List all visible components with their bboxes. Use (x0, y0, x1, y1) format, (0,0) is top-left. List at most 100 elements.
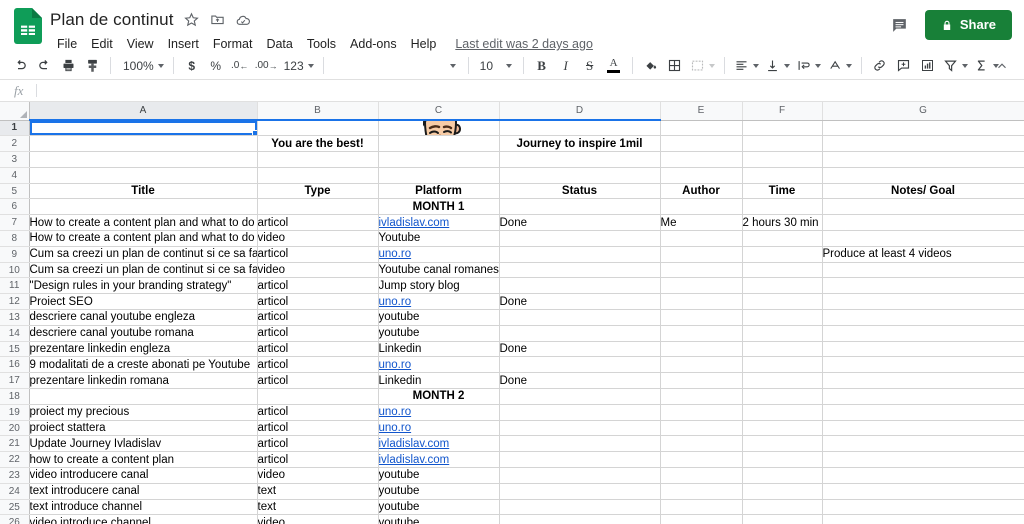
row-header-21[interactable]: 21 (0, 435, 30, 453)
share-button[interactable]: Share (924, 10, 1012, 40)
row-header-24[interactable]: 24 (0, 483, 30, 500)
cell-c10[interactable]: Youtube canal romanesc (378, 262, 500, 279)
cell-link[interactable]: uno.ro (379, 248, 412, 260)
cell-c21[interactable]: ivladislav.com (378, 435, 500, 453)
row-header-20[interactable]: 20 (0, 420, 30, 437)
cell-e26[interactable] (660, 514, 743, 524)
row-header-11[interactable]: 11 (0, 277, 30, 295)
font-family-selector[interactable] (330, 54, 462, 78)
row-header-6[interactable]: 6 (0, 198, 30, 216)
column-header-f[interactable]: F (742, 102, 823, 121)
cell-c19[interactable]: uno.ro (378, 404, 500, 421)
cell-e22[interactable] (660, 451, 743, 469)
cell-a18[interactable] (29, 388, 258, 405)
cell-g18[interactable] (822, 388, 1024, 405)
row-header-26[interactable]: 26 (0, 514, 30, 524)
cell-f23[interactable] (742, 467, 823, 484)
cell-e8[interactable] (660, 230, 743, 247)
row-header-25[interactable]: 25 (0, 499, 30, 516)
horizontal-align-icon[interactable] (731, 54, 762, 78)
increase-decimal-button[interactable]: .00 → (252, 54, 281, 78)
cell-c17[interactable]: Linkedin (378, 372, 500, 390)
insert-chart-icon[interactable] (916, 54, 940, 78)
cell-d13[interactable] (499, 309, 661, 326)
cell-g15[interactable] (822, 341, 1024, 358)
move-to-folder-icon[interactable] (209, 11, 226, 28)
cell-b6[interactable] (257, 198, 379, 216)
cell-a17[interactable]: prezentare linkedin romana (29, 372, 258, 390)
cell-d9[interactable] (499, 246, 661, 263)
text-wrap-icon[interactable] (793, 54, 824, 78)
cell-e3[interactable] (660, 151, 743, 168)
cell-a6[interactable] (29, 198, 258, 216)
cell-g6[interactable] (822, 198, 1024, 216)
cell-b18[interactable] (257, 388, 379, 405)
cell-c16[interactable]: uno.ro (378, 356, 500, 374)
menu-item-tools[interactable]: Tools (300, 34, 343, 54)
cell-b16[interactable]: articol (257, 356, 379, 374)
cell-e4[interactable] (660, 167, 743, 184)
cell-e17[interactable] (660, 372, 743, 390)
cell-g3[interactable] (822, 151, 1024, 168)
cell-d16[interactable] (499, 356, 661, 374)
cell-f25[interactable] (742, 499, 823, 516)
cell-a2[interactable] (29, 135, 258, 153)
cell-a4[interactable] (29, 167, 258, 184)
cell-link[interactable]: uno.ro (379, 296, 412, 308)
cell-link[interactable]: ivladislav.com (379, 438, 450, 450)
cell-b22[interactable]: articol (257, 451, 379, 469)
cell-b21[interactable]: articol (257, 435, 379, 453)
cell-b25[interactable]: text (257, 499, 379, 516)
cell-c14[interactable]: youtube (378, 325, 500, 342)
cell-f21[interactable] (742, 435, 823, 453)
cell-c23[interactable]: youtube (378, 467, 500, 484)
cell-d23[interactable] (499, 467, 661, 484)
cell-f2[interactable] (742, 135, 823, 153)
row-header-18[interactable]: 18 (0, 388, 30, 405)
cell-f19[interactable] (742, 404, 823, 421)
row-header-12[interactable]: 12 (0, 293, 30, 311)
cell-f1[interactable] (742, 120, 823, 137)
table-header-time[interactable]: Time (742, 183, 823, 200)
cell-d15[interactable]: Done (499, 341, 661, 358)
menu-item-data[interactable]: Data (259, 34, 299, 54)
cell-g9[interactable]: Produce at least 4 videos (822, 246, 1024, 263)
text-color-button[interactable]: A (602, 54, 626, 78)
page-title[interactable]: Plan de continut (50, 10, 174, 30)
last-edit-link[interactable]: Last edit was 2 days ago (455, 37, 593, 51)
cell-f13[interactable] (742, 309, 823, 326)
column-header-d[interactable]: D (498, 102, 661, 121)
cell-b15[interactable]: articol (257, 341, 379, 358)
cell-f7[interactable]: 2 hours 30 min (742, 214, 823, 232)
cell-a3[interactable] (29, 151, 258, 168)
row-header-14[interactable]: 14 (0, 325, 30, 342)
cell-c7[interactable]: ivladislav.com (378, 214, 500, 232)
cell-d4[interactable] (499, 167, 661, 184)
menu-item-edit[interactable]: Edit (84, 34, 120, 54)
cell-f20[interactable] (742, 420, 823, 437)
cell-d19[interactable] (499, 404, 661, 421)
star-icon[interactable] (183, 11, 200, 28)
menu-item-format[interactable]: Format (206, 34, 260, 54)
fill-color-icon[interactable] (639, 54, 663, 78)
cell-d12[interactable]: Done (499, 293, 661, 311)
row-header-15[interactable]: 15 (0, 341, 30, 358)
table-header-status[interactable]: Status (499, 183, 661, 200)
cell-b20[interactable]: articol (257, 420, 379, 437)
cell-c1[interactable] (378, 120, 500, 137)
cell-g7[interactable] (822, 214, 1024, 232)
cell-f8[interactable] (742, 230, 823, 247)
cell-g1[interactable] (822, 120, 1024, 137)
row-header-10[interactable]: 10 (0, 262, 30, 279)
cell-g10[interactable] (822, 262, 1024, 279)
cell-e11[interactable] (660, 277, 743, 295)
cell-a15[interactable]: prezentare linkedin engleza (29, 341, 258, 358)
cell-b4[interactable] (257, 167, 379, 184)
cell-b14[interactable]: articol (257, 325, 379, 342)
row-header-13[interactable]: 13 (0, 309, 30, 326)
cell-f26[interactable] (742, 514, 823, 524)
row-header-16[interactable]: 16 (0, 356, 30, 374)
merge-cells-icon[interactable] (687, 54, 718, 78)
cell-c18[interactable]: MONTH 2 (378, 388, 500, 405)
cell-d25[interactable] (499, 499, 661, 516)
